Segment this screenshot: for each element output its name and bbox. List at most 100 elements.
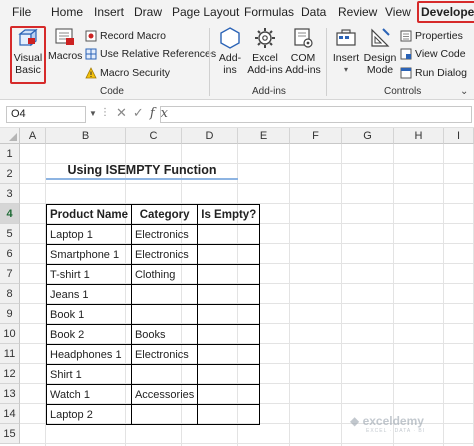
record-macro-button[interactable]: Record Macro [85, 27, 166, 45]
visual-basic-label-1: Visual [13, 52, 43, 64]
row-header-3[interactable]: 3 [0, 184, 20, 204]
row-header-8[interactable]: 8 [0, 284, 20, 304]
tab-developer[interactable]: Developer [417, 1, 474, 23]
row-header-6[interactable]: 6 [0, 244, 20, 264]
watermark-brand: exceldemy [362, 414, 424, 428]
properties-button[interactable]: Properties [400, 27, 463, 45]
column-header-i[interactable]: I [444, 128, 474, 144]
add-ins-button[interactable]: Add- ins [214, 26, 246, 76]
cell-product[interactable]: Book 1 [46, 304, 132, 325]
column-header-a[interactable]: A [20, 128, 46, 144]
tab-formulas[interactable]: Formulas [244, 3, 294, 21]
row-header-7[interactable]: 7 [0, 264, 20, 284]
cell-product[interactable]: Book 2 [46, 324, 132, 345]
table-row: Book 2 Books [46, 324, 261, 345]
cell-category[interactable]: Electronics [130, 344, 199, 365]
column-header-b[interactable]: B [46, 128, 126, 144]
name-box[interactable]: O4 [6, 106, 86, 123]
visual-basic-button[interactable]: Visual Basic [10, 26, 46, 84]
enter-icon[interactable]: ✓ [133, 105, 150, 120]
cell-product[interactable]: Watch 1 [46, 384, 132, 405]
cell-category[interactable]: Books [130, 324, 199, 345]
cell-is-empty[interactable] [197, 224, 261, 245]
column-header-h[interactable]: H [394, 128, 444, 144]
view-code-button[interactable]: View Code [400, 45, 466, 63]
tab-home[interactable]: Home [51, 3, 83, 21]
row-header-13[interactable]: 13 [0, 384, 20, 404]
cell-is-empty[interactable] [197, 244, 261, 265]
cell-product[interactable]: Laptop 2 [46, 404, 132, 425]
cell-is-empty[interactable] [197, 384, 261, 405]
com-add-ins-label-1: COM [290, 52, 316, 64]
column-header-g[interactable]: G [342, 128, 394, 144]
column-header-c[interactable]: C [126, 128, 182, 144]
cell-category[interactable]: Clothing [130, 264, 199, 285]
header-category[interactable]: Category [130, 204, 199, 225]
cell-is-empty[interactable] [197, 324, 261, 345]
macro-security-button[interactable]: Macro Security [85, 64, 170, 82]
collapse-ribbon-icon[interactable]: ⌄ [460, 86, 468, 97]
run-dialog-button[interactable]: Run Dialog [400, 64, 467, 82]
cell-product[interactable]: Laptop 1 [46, 224, 132, 245]
more-options-icon[interactable]: ⋮ [100, 107, 110, 118]
column-header-d[interactable]: D [182, 128, 238, 144]
cell-is-empty[interactable] [197, 264, 261, 285]
row-header-10[interactable]: 10 [0, 324, 20, 344]
insert-control-button[interactable]: Insert ▾ [330, 26, 362, 76]
macros-button[interactable]: Macros [48, 26, 82, 62]
column-header-e[interactable]: E [238, 128, 290, 144]
chevron-down-icon[interactable]: ▼ [89, 109, 97, 118]
tab-file[interactable]: File [12, 3, 31, 21]
cell-product[interactable]: Shirt 1 [46, 364, 132, 385]
tab-draw[interactable]: Draw [134, 3, 162, 21]
column-header-f[interactable]: F [290, 128, 342, 144]
cell-category[interactable] [130, 364, 199, 385]
cell-product[interactable]: Jeans 1 [46, 284, 132, 305]
cell-is-empty[interactable] [197, 284, 261, 305]
cell-category[interactable] [130, 284, 199, 305]
cell-product[interactable]: T-shirt 1 [46, 264, 132, 285]
cancel-icon[interactable]: ✕ [116, 105, 133, 120]
header-is-empty[interactable]: Is Empty? [197, 204, 261, 225]
cell-product[interactable]: Headphones 1 [46, 344, 132, 365]
cell-category[interactable]: Electronics [130, 224, 199, 245]
code-group-label: Code [100, 86, 124, 97]
tab-view[interactable]: View [385, 3, 411, 21]
cell-is-empty[interactable] [197, 364, 261, 385]
row-header-2[interactable]: 2 [0, 164, 20, 184]
cell-is-empty[interactable] [197, 344, 261, 365]
row-header-4[interactable]: 4 [0, 204, 20, 224]
cell-category[interactable] [130, 304, 199, 325]
tab-review[interactable]: Review [338, 3, 377, 21]
table-row: Shirt 1 [46, 364, 261, 385]
header-product-name[interactable]: Product Name [46, 204, 132, 225]
row-header-1[interactable]: 1 [0, 144, 20, 164]
excel-add-ins-button[interactable]: Excel Add-ins [247, 26, 283, 76]
cell-product[interactable]: Smartphone 1 [46, 244, 132, 265]
row-header-15[interactable]: 15 [0, 424, 20, 444]
properties-label: Properties [415, 30, 463, 42]
tab-insert[interactable]: Insert [94, 3, 124, 21]
cell-category[interactable]: Electronics [130, 244, 199, 265]
add-ins-label-1: Add- [218, 52, 242, 64]
run-dialog-icon [400, 67, 412, 79]
cell-category[interactable]: Accessories [130, 384, 199, 405]
formula-input[interactable] [160, 106, 472, 123]
row-header-14[interactable]: 14 [0, 404, 20, 424]
row-header-12[interactable]: 12 [0, 364, 20, 384]
row-header-5[interactable]: 5 [0, 224, 20, 244]
row-header-11[interactable]: 11 [0, 344, 20, 364]
cell-is-empty[interactable] [197, 404, 261, 425]
tab-data[interactable]: Data [301, 3, 326, 21]
worksheet-grid[interactable]: ABCDEFGHI 1 2 3 4 5 6 7 8 9 10 11 12 13 14 15 Using IS… [0, 128, 474, 446]
view-code-label: View Code [415, 48, 466, 60]
cell-category[interactable] [130, 404, 199, 425]
select-all-button[interactable] [0, 128, 20, 144]
use-relative-references-button[interactable]: Use Relative References [85, 45, 216, 63]
row-header-9[interactable]: 9 [0, 304, 20, 324]
gridline [393, 144, 394, 446]
tab-page-layout[interactable]: Page Layout [172, 3, 239, 21]
design-mode-button[interactable]: Design Mode [363, 26, 397, 76]
com-add-ins-button[interactable]: COM Add-ins [285, 26, 321, 76]
cell-is-empty[interactable] [197, 304, 261, 325]
